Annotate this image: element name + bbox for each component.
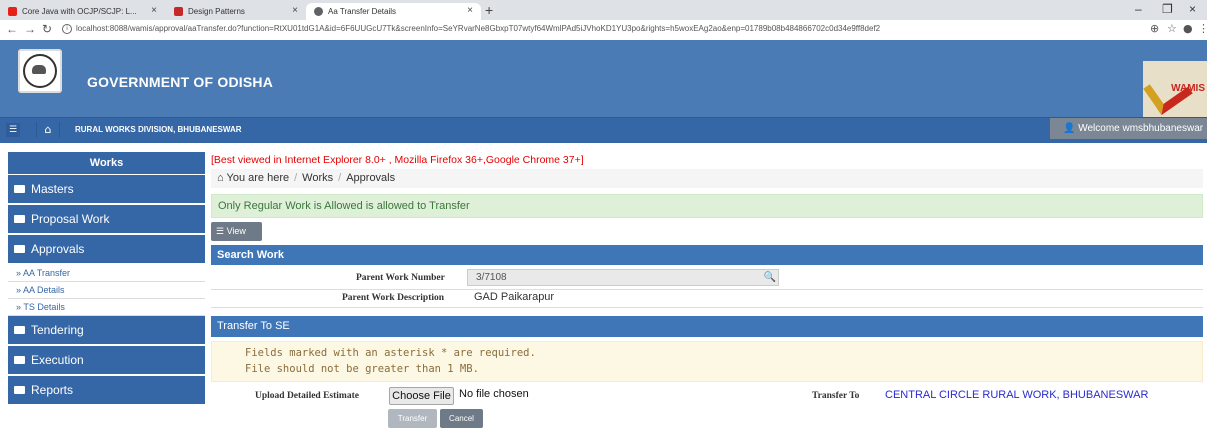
list-icon: ☰ — [216, 226, 227, 236]
browser-tab-title: Design Patterns — [188, 7, 245, 16]
sidebar-item-proposal-work[interactable]: Proposal Work — [8, 205, 205, 235]
forward-icon[interactable]: → — [24, 22, 36, 36]
back-icon[interactable]: ← — [6, 22, 18, 36]
hamburger-menu-icon[interactable]: ☰ — [6, 123, 20, 137]
browser-tab-aa-transfer[interactable]: Aa Transfer Details × — [306, 3, 481, 20]
reload-icon[interactable]: ↻ — [42, 22, 52, 36]
info-icon[interactable]: i — [62, 24, 72, 34]
sidebar-item-label: Proposal Work — [31, 212, 110, 226]
transfer-button[interactable]: Transfer — [388, 409, 437, 428]
sidebar-heading: Works — [8, 152, 205, 175]
required-fields-notice: Fields marked with an asterisk * are req… — [211, 341, 1203, 382]
sidebar-item-tendering[interactable]: Tendering — [8, 316, 205, 346]
folder-icon — [14, 325, 25, 334]
wamis-logo: WAMIS — [1143, 61, 1207, 117]
division-name: RURAL WORKS DIVISION, BHUBANESWAR — [75, 125, 242, 134]
search-work-panel-header: Search Work — [211, 245, 1203, 265]
notice-line-required: Fields marked with an asterisk * are req… — [245, 347, 536, 359]
browser-tab-title: Aa Transfer Details — [328, 7, 397, 16]
breadcrumb-prefix: You are here — [226, 172, 290, 184]
design-patterns-icon — [174, 7, 183, 16]
folder-icon — [14, 214, 25, 223]
browser-tab-design-patterns[interactable]: Design Patterns × — [166, 3, 306, 20]
breadcrumb-item-works[interactable]: Works — [302, 172, 333, 184]
browser-tab-title: Core Java with OCJP/SCJP: L... — [22, 7, 137, 16]
browser-tab-youtube[interactable]: Core Java with OCJP/SCJP: L... × — [0, 3, 165, 20]
upload-detailed-estimate-label: Upload Detailed Estimate — [255, 391, 359, 401]
breadcrumb: ⌂ You are here / Works / Approvals — [211, 169, 1203, 188]
parent-work-description-label: Parent Work Description — [342, 293, 445, 303]
odisha-emblem-logo — [18, 49, 62, 93]
no-file-chosen-text: No file chosen — [459, 388, 529, 400]
user-icon: 👤 — [1063, 123, 1079, 134]
notice-line-file-size: File should not be greater than 1 MB. — [245, 363, 479, 375]
sidebar-item-reports[interactable]: Reports — [8, 376, 205, 406]
sidebar-item-label: Approvals — [31, 242, 85, 256]
sidebar-item-masters[interactable]: Masters — [8, 175, 205, 205]
wamis-logo-text: WAMIS — [1171, 83, 1205, 94]
sidebar-subitem-aa-details[interactable]: » AA Details — [8, 282, 205, 299]
account-icon[interactable]: ● — [1183, 22, 1193, 35]
sidebar-subitem-ts-details[interactable]: » TS Details — [8, 299, 205, 316]
divider — [211, 289, 1203, 290]
restore-icon[interactable]: ❐ — [1162, 2, 1173, 16]
close-tab-icon[interactable]: × — [467, 5, 473, 16]
browser-recommendation: [Best viewed in Internet Explorer 8.0+ ,… — [211, 154, 584, 166]
url-text: localhost:8088/wamis/approval/aaTransfer… — [76, 24, 881, 34]
folder-icon — [14, 355, 25, 364]
info-alert: Only Regular Work is Allowed is allowed … — [211, 194, 1203, 218]
transfer-to-se-panel-header: Transfer To SE — [211, 316, 1203, 337]
transfer-to-label: Transfer To — [812, 391, 860, 401]
welcome-text: Welcome wmsbhubaneswar — [1078, 123, 1204, 134]
parent-work-number-label: Parent Work Number — [356, 273, 445, 283]
sidebar-item-label: Masters — [31, 182, 74, 196]
cancel-button[interactable]: Cancel — [440, 409, 483, 428]
youtube-icon — [8, 7, 17, 16]
parent-work-description-value: GAD Paikarapur — [474, 291, 555, 303]
minimize-icon[interactable]: – — [1135, 2, 1142, 16]
address-bar-row: ← → ↻ i localhost:8088/wamis/approval/aaT… — [0, 20, 1207, 41]
emblem-icon — [23, 54, 57, 88]
folder-icon — [14, 244, 25, 253]
close-tab-icon[interactable]: × — [151, 5, 157, 16]
sidebar-item-label: Execution — [31, 353, 84, 367]
sidebar-item-label: Reports — [31, 383, 74, 397]
parent-work-number-input[interactable]: 3/7108 — [467, 269, 779, 286]
close-tab-icon[interactable]: × — [292, 5, 298, 16]
divider — [211, 307, 1203, 308]
folder-icon — [14, 184, 25, 193]
browser-tab-bar: Core Java with OCJP/SCJP: L... × Design … — [0, 0, 1207, 20]
home-icon: ⌂ — [217, 172, 227, 184]
zoom-icon[interactable]: ⊕ — [1150, 22, 1159, 35]
close-window-icon[interactable]: × — [1189, 2, 1196, 16]
view-button[interactable]: ☰ View — [211, 222, 262, 241]
url-field[interactable]: i localhost:8088/wamis/approval/aaTransfe… — [62, 24, 880, 34]
choose-file-button[interactable]: Choose File — [389, 387, 454, 405]
view-button-label: View — [226, 226, 246, 236]
sidebar-item-label: Tendering — [31, 323, 84, 337]
transfer-to-value: CENTRAL CIRCLE RURAL WORK, BHUBANESWAR — [885, 389, 1149, 401]
sidebar: Works Masters Proposal Work Approvals » … — [8, 152, 205, 406]
sidebar-item-execution[interactable]: Execution — [8, 346, 205, 376]
new-tab-icon[interactable]: + — [485, 2, 493, 18]
bookmark-star-icon[interactable]: ☆ — [1167, 22, 1177, 35]
menu-dots-icon[interactable]: ⋮ — [1198, 22, 1207, 35]
government-title: GOVERNMENT OF ODISHA — [87, 74, 274, 90]
folder-icon — [14, 385, 25, 394]
globe-icon — [314, 7, 323, 16]
home-icon[interactable]: ⌂ — [36, 122, 60, 138]
user-menu-dropdown[interactable]: 👤 Welcome wmsbhubaneswar ▾ — [1050, 118, 1207, 155]
search-icon[interactable]: 🔍 — [761, 269, 779, 286]
sidebar-item-approvals[interactable]: Approvals — [8, 235, 205, 265]
sidebar-subitem-aa-transfer[interactable]: » AA Transfer — [8, 265, 205, 282]
top-navbar: ☰ ⌂ RURAL WORKS DIVISION, BHUBANESWAR 👤 … — [0, 117, 1207, 155]
breadcrumb-item-approvals: Approvals — [346, 172, 396, 184]
